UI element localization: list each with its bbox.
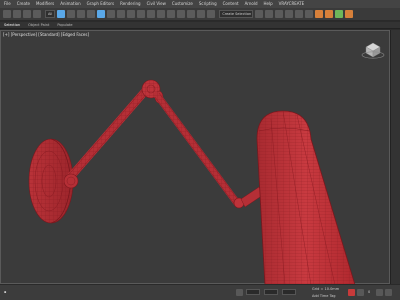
rectangular-selection-icon[interactable]	[77, 10, 86, 18]
y-coordinate-field[interactable]	[264, 289, 278, 295]
viewport-scene	[28, 42, 385, 285]
material-editor-icon[interactable]	[315, 10, 324, 18]
reference-coordinate-icon[interactable]	[137, 10, 146, 18]
toggle-ribbon-icon[interactable]	[285, 10, 294, 18]
select-and-rotate-icon[interactable]	[107, 10, 116, 18]
link-icon[interactable]	[23, 10, 31, 18]
menu-item-rendering[interactable]: Rendering	[120, 0, 140, 8]
zoom-icon[interactable]	[376, 289, 383, 296]
viewcube-icon	[361, 42, 385, 59]
lock-selection-icon[interactable]	[236, 289, 243, 296]
select-and-place-icon[interactable]	[127, 10, 136, 18]
menu-bar: File Create Modifiers Animation Graph Editor…	[0, 0, 400, 8]
select-object-icon[interactable]	[57, 10, 66, 18]
percent-snap-icon[interactable]	[187, 10, 196, 18]
perspective-viewport[interactable]: [+] [Perspective] [Standard] [Edged Face…	[0, 30, 390, 285]
keyboard-shortcut-icon[interactable]	[157, 10, 166, 18]
ribbon-tabs: Selection Object Paint Populate	[0, 22, 400, 29]
render-frame-window-icon[interactable]	[335, 10, 344, 18]
menu-item-help[interactable]: Help	[264, 0, 273, 8]
edit-named-selection-icon[interactable]	[207, 10, 216, 18]
menu-item-create[interactable]: Create	[17, 0, 30, 8]
menu-item-modifiers[interactable]: Modifiers	[36, 0, 54, 8]
mirror-icon[interactable]	[255, 10, 264, 18]
menu-item-graph-editors[interactable]: Graph Editors	[87, 0, 114, 8]
angle-snap-icon[interactable]	[177, 10, 186, 18]
menu-item-vraycreate[interactable]: VRAYCREATE	[279, 0, 305, 8]
menu-item-scripting[interactable]: Scripting	[199, 0, 217, 8]
render-production-icon[interactable]	[345, 10, 354, 18]
current-frame-field[interactable]: 0	[368, 290, 370, 294]
snaps-toggle-icon[interactable]	[167, 10, 176, 18]
menu-item-arnold[interactable]: Arnold	[245, 0, 258, 8]
pivot-center-icon[interactable]	[147, 10, 156, 18]
render-setup-icon[interactable]	[325, 10, 334, 18]
layer-explorer-icon[interactable]	[275, 10, 284, 18]
auto-key-button[interactable]	[348, 289, 355, 296]
main-toolbar: All Create Selection Se	[0, 8, 400, 21]
menu-item-file[interactable]: File	[4, 0, 11, 8]
set-key-button[interactable]	[357, 289, 364, 296]
pan-icon[interactable]	[385, 289, 392, 296]
align-icon[interactable]	[265, 10, 274, 18]
ribbon-tab-populate[interactable]: Populate	[57, 23, 72, 27]
lamp-upper-arm	[153, 91, 264, 209]
spinner-snap-icon[interactable]	[197, 10, 206, 18]
select-by-name-icon[interactable]	[67, 10, 76, 18]
viewport-label[interactable]: [+] [Perspective] [Standard] [Edged Face…	[3, 32, 89, 37]
add-time-tag-button[interactable]: Add Time Tag	[312, 294, 336, 298]
status-bar: ▪ Grid = 10.0mm Add Time Tag 0	[0, 284, 400, 300]
undo-icon[interactable]	[3, 10, 11, 18]
ribbon-tab-selection[interactable]: Selection	[4, 23, 20, 27]
selection-filter-dropdown[interactable]: All	[45, 10, 56, 18]
schematic-view-icon[interactable]	[305, 10, 314, 18]
grid-size-text: Grid = 10.0mm	[312, 287, 340, 291]
select-and-move-icon[interactable]	[97, 10, 106, 18]
menu-item-civil-view[interactable]: Civil View	[147, 0, 166, 8]
x-coordinate-field[interactable]	[246, 289, 260, 295]
menu-item-customize[interactable]: Customize	[172, 0, 193, 8]
select-and-scale-icon[interactable]	[117, 10, 126, 18]
curve-editor-icon[interactable]	[295, 10, 304, 18]
redo-icon[interactable]	[13, 10, 21, 18]
named-selection-set-dropdown[interactable]: Create Selection Se	[219, 10, 254, 18]
lamp-lower-arm	[63, 85, 151, 189]
menu-item-content[interactable]: Content	[223, 0, 239, 8]
lamp-shade	[256, 110, 356, 285]
ribbon-tab-object-paint[interactable]: Object Paint	[28, 23, 49, 27]
z-coordinate-field[interactable]	[282, 289, 296, 295]
command-panel-strip	[390, 30, 400, 284]
menu-item-animation[interactable]: Animation	[60, 0, 80, 8]
max-script-mini-listener[interactable]: ▪	[4, 290, 6, 294]
window-crossing-icon[interactable]	[87, 10, 96, 18]
unlink-icon[interactable]	[33, 10, 41, 18]
